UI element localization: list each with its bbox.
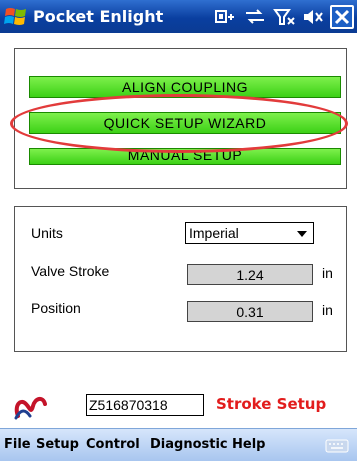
chevron-down-icon: [297, 231, 307, 237]
position-label: Position: [31, 300, 81, 316]
menu-setup[interactable]: Setup: [36, 437, 79, 452]
valve-stroke-field[interactable]: 1.24: [187, 264, 313, 285]
signal-off-icon[interactable]: [273, 7, 297, 27]
menu-help[interactable]: Help: [232, 437, 265, 452]
highlight-oval: [10, 94, 348, 153]
units-selected-value: Imperial: [189, 225, 239, 241]
position-field[interactable]: 0.31: [187, 301, 313, 322]
valve-stroke-label: Valve Stroke: [31, 263, 110, 279]
menu-diagnostic[interactable]: Diagnostic: [150, 437, 228, 452]
windows-logo-icon[interactable]: [4, 5, 28, 28]
volume-muted-icon[interactable]: [301, 7, 325, 27]
units-select[interactable]: Imperial: [185, 222, 314, 244]
keyboard-icon[interactable]: [325, 438, 349, 454]
connectivity-icon[interactable]: [214, 7, 238, 27]
close-button[interactable]: [330, 5, 354, 29]
units-label: Units: [31, 225, 63, 241]
brand-logo-icon: [14, 397, 47, 420]
menu-bar: File Setup Control Diagnostic Help: [0, 428, 357, 461]
serial-number-field[interactable]: Z516870318: [86, 394, 204, 416]
close-icon: [334, 9, 350, 25]
menu-file[interactable]: File: [4, 437, 31, 452]
position-unit: in: [322, 302, 333, 318]
valve-stroke-unit: in: [322, 265, 333, 281]
app-title: Pocket Enlight: [33, 7, 164, 26]
menu-control[interactable]: Control: [86, 437, 140, 452]
screen-title: Stroke Setup: [216, 395, 327, 413]
title-bar: Pocket Enlight: [0, 0, 357, 33]
network-sync-icon[interactable]: [243, 7, 267, 27]
